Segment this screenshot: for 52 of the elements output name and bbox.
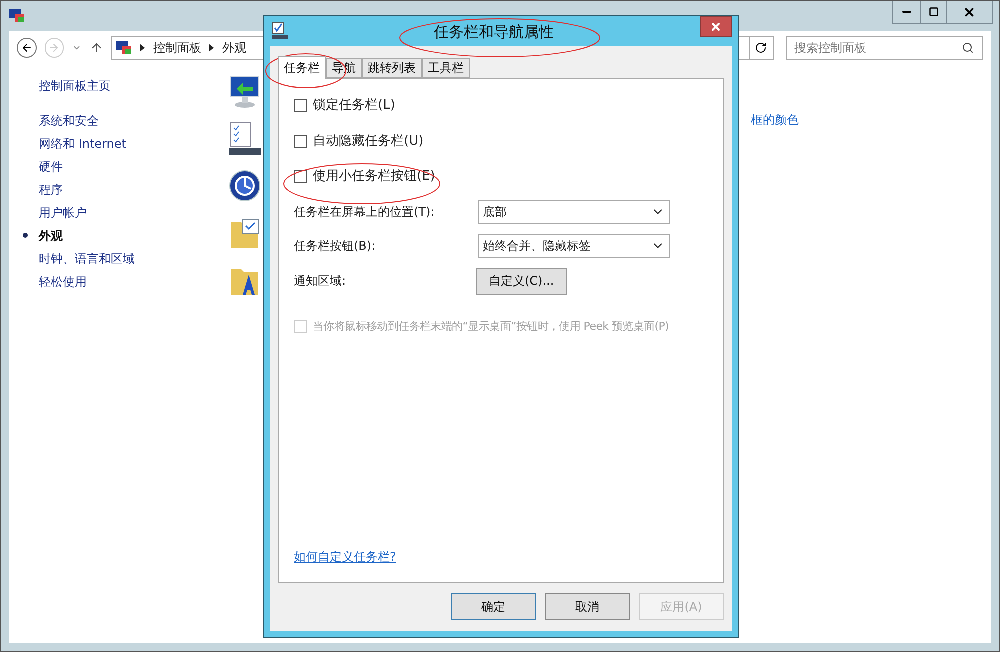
checkbox[interactable] xyxy=(294,134,307,148)
tab[interactable]: 任务栏 xyxy=(278,56,326,79)
dialog-checkbox-icon xyxy=(272,22,288,39)
sidebar-item[interactable]: 用户帐户 xyxy=(39,204,87,222)
sidebar-item[interactable]: 系统和安全 xyxy=(39,112,99,130)
clock-icon xyxy=(229,169,261,203)
control-panel-icon xyxy=(9,9,25,23)
close-icon xyxy=(963,6,976,18)
refresh-icon xyxy=(755,42,768,54)
close-icon xyxy=(710,20,722,32)
breadcrumb-item[interactable]: 外观 xyxy=(222,39,246,57)
checkbox[interactable] xyxy=(294,170,307,184)
field-label: 任务栏在屏幕上的位置(T): xyxy=(294,204,436,220)
checkbox-label: 锁定任务栏(L) xyxy=(313,97,396,115)
checkbox-label: 自动隐藏任务栏(U) xyxy=(313,132,424,150)
up-button[interactable] xyxy=(90,41,104,55)
checkbox-label: 当你将鼠标移动到任务栏末端的“显示桌面”按钮时，使用 Peek 预览桌面(P) xyxy=(313,318,670,334)
tab[interactable]: 工具栏 xyxy=(422,58,470,78)
sidebar-item[interactable]: 程序 xyxy=(39,180,63,198)
checkbox-label: 使用小任务栏按钮(E) xyxy=(313,168,436,186)
search-icon xyxy=(962,42,974,54)
field-label: 任务栏按钮(B): xyxy=(294,238,377,254)
sidebar-item[interactable]: 外观 xyxy=(39,226,63,244)
breadcrumb-item[interactable]: 控制面板 xyxy=(153,39,202,57)
back-arrow-icon xyxy=(20,42,33,54)
dropdown[interactable]: 底部 xyxy=(478,200,670,224)
help-link[interactable]: 如何自定义任务栏? xyxy=(294,548,396,566)
sidebar-item[interactable]: 网络和 Internet xyxy=(39,134,126,152)
sidebar-home-link[interactable]: 控制面板主页 xyxy=(23,77,229,97)
dialog-close-button[interactable] xyxy=(700,16,732,37)
breadcrumb-arrow-icon xyxy=(209,44,214,52)
control-panel-icon xyxy=(116,41,132,55)
sidebar-item[interactable]: 轻松使用 xyxy=(39,272,87,290)
dialog-button[interactable]: 确定 xyxy=(451,593,536,620)
search-field[interactable]: 搜索控制面板 xyxy=(786,36,983,60)
field-label: 通知区域: xyxy=(294,273,348,290)
appearance-link[interactable]: 框的颜色 xyxy=(751,113,799,127)
sidebar-item[interactable]: 硬件 xyxy=(39,158,63,176)
tab[interactable]: 跳转列表 xyxy=(362,58,422,78)
back-button[interactable] xyxy=(17,38,37,58)
forward-arrow-icon xyxy=(48,42,60,54)
monitor-icon xyxy=(229,75,261,109)
maximize-icon xyxy=(928,7,938,17)
checkbox[interactable] xyxy=(294,99,307,112)
dropdown[interactable]: 始终合并、隐藏标签 xyxy=(478,234,670,258)
checklist-icon xyxy=(229,122,261,156)
refresh-button[interactable] xyxy=(750,36,774,60)
sidebar-item[interactable]: 时钟、语言和区域 xyxy=(39,250,135,268)
customize-button[interactable]: 自定义(C)... xyxy=(476,268,568,294)
dialog-title: 任务栏和导航属性 xyxy=(434,22,554,43)
breadcrumb-arrow-icon xyxy=(140,44,146,52)
dialog-button[interactable]: 取消 xyxy=(545,593,630,620)
